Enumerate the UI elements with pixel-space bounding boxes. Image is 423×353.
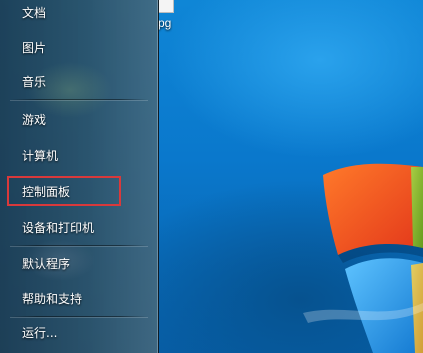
file-name-label[interactable]: pg (158, 16, 171, 30)
menu-item-label: 帮助和支持 (22, 291, 83, 306)
menu-item-documents[interactable]: 文档 (8, 0, 148, 24)
menu-separator (10, 99, 148, 100)
menu-item-default-programs[interactable]: 默认程序 (8, 251, 148, 275)
control-panel-highlight-box (7, 176, 121, 206)
menu-separator (10, 316, 148, 317)
menu-item-label: 运行... (22, 325, 58, 340)
menu-item-help-and-support[interactable]: 帮助和支持 (8, 286, 148, 310)
menu-item-computer[interactable]: 计算机 (8, 143, 148, 167)
menu-item-music[interactable]: 音乐 (8, 69, 148, 93)
file-icon[interactable] (158, 0, 174, 13)
menu-item-label: 音乐 (22, 74, 47, 89)
menu-separator (10, 245, 148, 246)
menu-item-label: 设备和打印机 (22, 220, 95, 235)
menu-item-label: 默认程序 (22, 256, 71, 271)
menu-item-pictures[interactable]: 图片 (8, 35, 148, 59)
menu-item-games[interactable]: 游戏 (8, 107, 148, 131)
menu-item-devices-and-printers[interactable]: 设备和打印机 (8, 215, 148, 239)
menu-item-label: 游戏 (22, 112, 47, 127)
menu-item-label: 计算机 (22, 148, 59, 163)
menu-item-run[interactable]: 运行... (8, 320, 148, 344)
menu-item-label: 图片 (22, 40, 47, 55)
menu-item-label: 文档 (22, 5, 47, 20)
windows-flag-icon (303, 163, 423, 353)
